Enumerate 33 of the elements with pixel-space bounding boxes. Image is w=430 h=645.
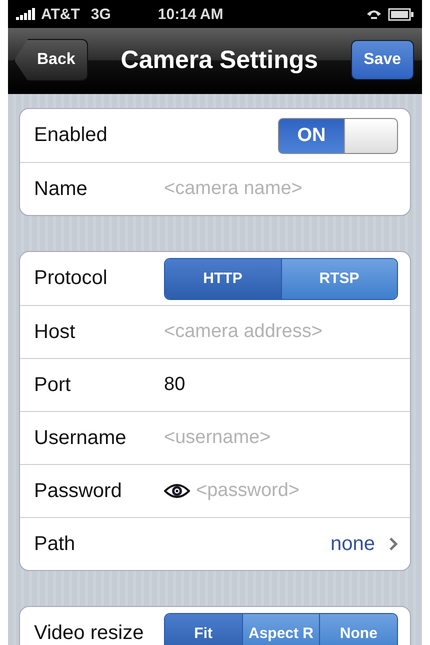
segment-button[interactable]: Aspect R — [242, 614, 320, 645]
clock: 10:14 AM — [158, 6, 224, 22]
segment-button[interactable]: HTTP — [165, 258, 280, 298]
input-field[interactable]: <camera name> — [164, 178, 398, 200]
row-label: Password — [34, 480, 123, 502]
row-label: Port — [34, 374, 72, 396]
segment-button[interactable]: RTSP — [280, 258, 397, 298]
network-type: 3G — [90, 6, 111, 22]
segment-button[interactable]: Fit — [165, 614, 242, 645]
input-field[interactable]: <camera address> — [164, 321, 398, 343]
row-label: Protocol — [34, 267, 108, 290]
row-label: Host — [34, 320, 76, 344]
row-label: Name — [34, 178, 88, 200]
phone-icon — [366, 8, 382, 20]
input-field[interactable]: 80 — [164, 374, 398, 396]
toggle-switch[interactable]: ON — [278, 118, 398, 154]
row-label: Enabled — [34, 124, 108, 147]
row-label: Path — [34, 532, 76, 556]
page-title: Camera Settings — [120, 46, 320, 74]
save-button[interactable]: Save — [350, 40, 414, 80]
signal-icon — [16, 8, 36, 20]
chevron-icon — [389, 537, 398, 551]
segment-button[interactable]: None — [319, 614, 397, 645]
input-field[interactable]: <username> — [164, 427, 398, 449]
eye-icon[interactable] — [164, 483, 190, 499]
password-field[interactable]: <password> — [196, 480, 398, 502]
toggle-label: ON — [296, 124, 327, 148]
battery-icon — [388, 8, 414, 20]
row-label: Username — [34, 426, 128, 450]
back-button[interactable]: Back — [14, 39, 88, 81]
carrier: AT&T — [41, 6, 80, 22]
row-value[interactable]: none — [330, 532, 375, 556]
row-label: Video resize — [34, 622, 145, 645]
